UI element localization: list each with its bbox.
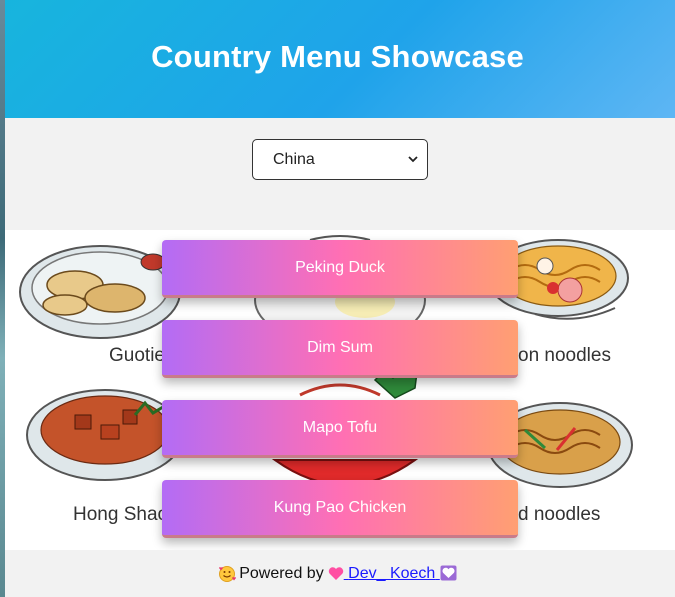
page-title: Country Menu Showcase — [151, 39, 524, 74]
page-header: Country Menu Showcase — [0, 0, 675, 118]
purple-heart-icon — [440, 565, 457, 581]
menu-item-label: Mapo Tofu — [302, 418, 378, 436]
menu-item-label: Peking Duck — [295, 258, 385, 276]
food-label-bottom-right: d noodles — [518, 504, 601, 525]
smiling-face-with-hearts-icon — [219, 565, 237, 582]
chevron-down-icon — [408, 156, 418, 163]
food-label-top-right: on noodles — [518, 345, 611, 366]
page-footer: Powered by Dev_ Koech — [0, 550, 675, 597]
footer-prefix: Powered by — [239, 564, 324, 582]
author-link-text: Dev_ Koech — [348, 564, 436, 582]
menu-item-label: Dim Sum — [307, 338, 373, 356]
selector-area: China — [0, 118, 675, 230]
menu-item-button[interactable]: Mapo Tofu — [162, 400, 518, 458]
braised-pork-bowl — [26, 389, 184, 481]
window-edge — [0, 0, 5, 597]
author-link[interactable]: Dev_ Koech — [328, 565, 457, 583]
menu-item-button[interactable]: Kung Pao Chicken — [162, 480, 518, 538]
menu-item-label: Kung Pao Chicken — [273, 498, 407, 516]
country-select[interactable]: China — [252, 139, 428, 180]
food-label-bottom-left: Hong Shao — [73, 504, 169, 525]
country-select-value: China — [273, 150, 315, 168]
dumplings-plate — [19, 245, 181, 339]
heart-icon — [328, 567, 343, 580]
menu-item-button[interactable]: Dim Sum — [162, 320, 518, 378]
menu-item-button[interactable]: Peking Duck — [162, 240, 518, 298]
food-label-top-left: Guotie — [109, 345, 165, 366]
